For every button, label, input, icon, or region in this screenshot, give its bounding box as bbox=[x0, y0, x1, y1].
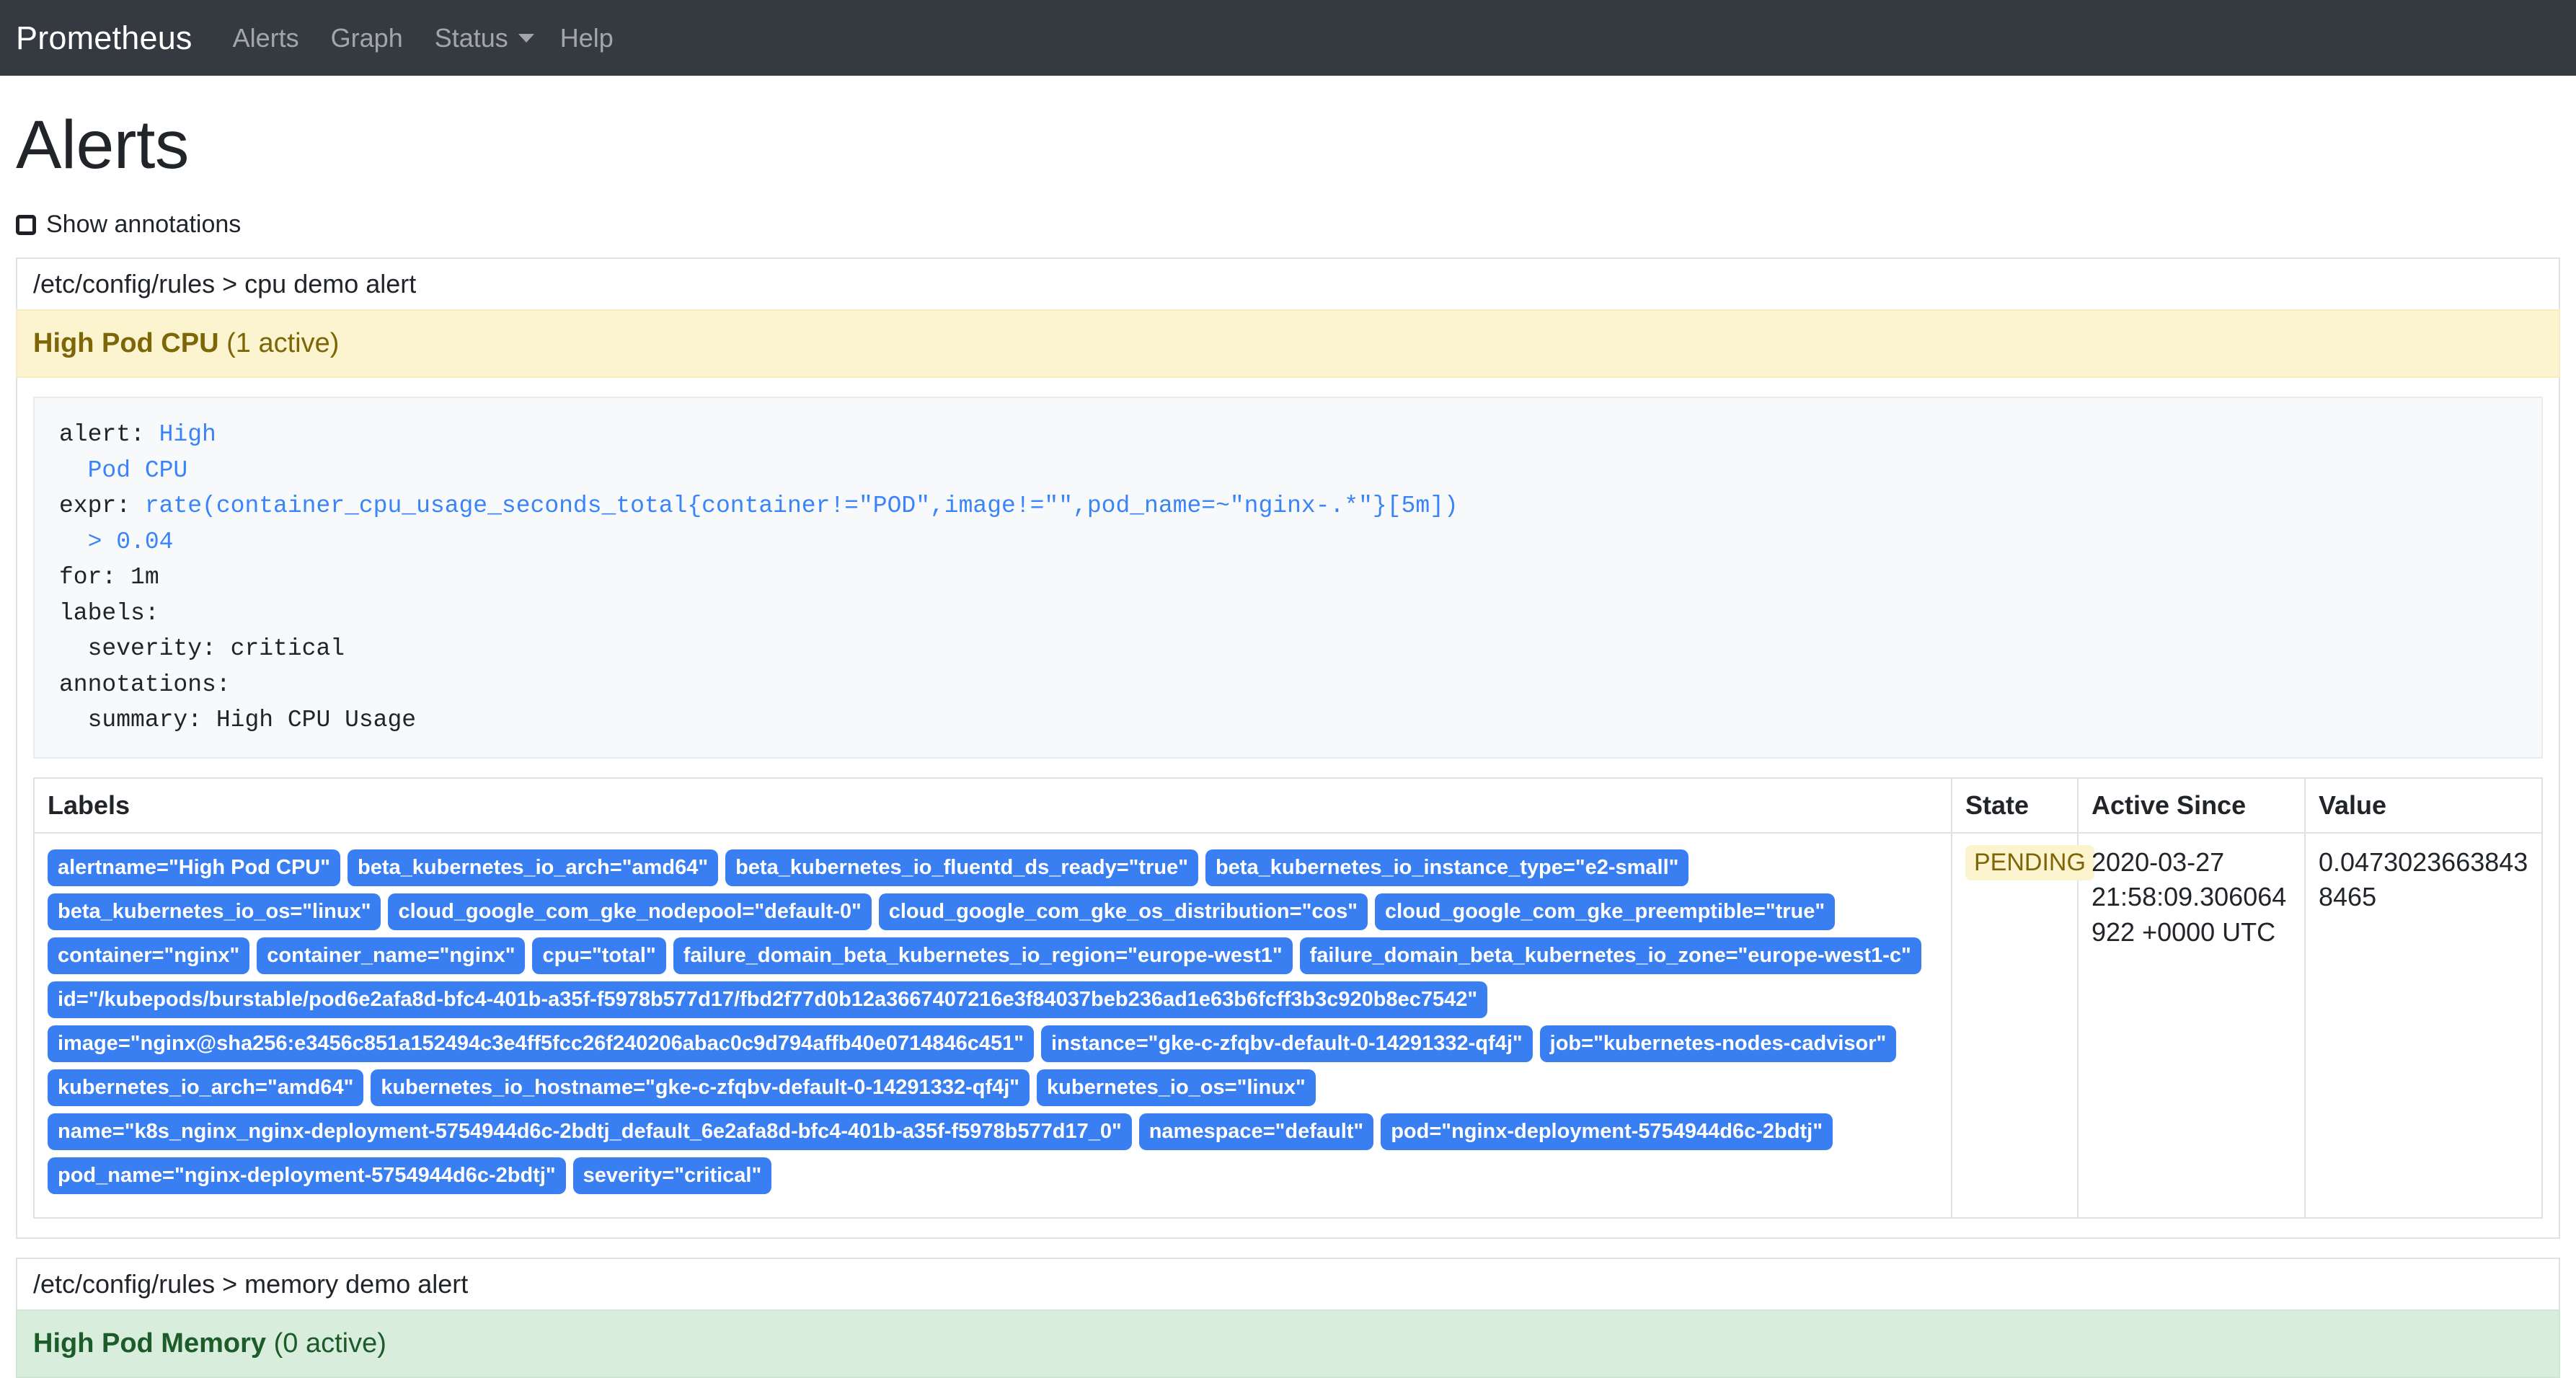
rule-alert-value-cont: Pod CPU bbox=[59, 457, 187, 484]
alert-instances-table: Labels State Active Since Value alertnam… bbox=[33, 777, 2543, 1219]
label-badge[interactable]: cpu="total" bbox=[532, 937, 665, 974]
nav-links: Alerts Graph Status Help bbox=[217, 23, 629, 53]
cell-state: PENDING bbox=[1952, 833, 2078, 1218]
rule-annotations-summary: summary: High CPU Usage bbox=[59, 707, 416, 733]
table-header-row: Labels State Active Since Value bbox=[34, 778, 2542, 833]
label-badge[interactable]: beta_kubernetes_io_fluentd_ds_ready="tru… bbox=[725, 849, 1198, 886]
label-badge[interactable]: container="nginx" bbox=[48, 937, 249, 974]
label-badge[interactable]: severity="critical" bbox=[573, 1157, 772, 1194]
rule-expr-value: rate(container_cpu_usage_seconds_total{c… bbox=[145, 493, 1459, 519]
nav-link-status[interactable]: Status bbox=[419, 23, 544, 53]
show-annotations-label[interactable]: Show annotations bbox=[46, 211, 241, 239]
nav-link-status-label: Status bbox=[435, 23, 508, 53]
group-path: /etc/config/rules > cpu demo alert bbox=[16, 257, 2560, 309]
cell-active-since: 2020-03-27 21:58:09.306064922 +0000 UTC bbox=[2078, 833, 2305, 1218]
label-badge[interactable]: kubernetes_io_os="linux" bbox=[1037, 1069, 1316, 1106]
page-title: Alerts bbox=[16, 106, 2560, 185]
col-header-labels: Labels bbox=[34, 778, 1952, 833]
rule-for: for: 1m bbox=[59, 564, 159, 591]
rule-labels-severity: severity: critical bbox=[59, 635, 345, 662]
alert-rule-header-high-pod-memory[interactable]: High Pod Memory (0 active) bbox=[16, 1309, 2560, 1378]
alert-rule-name: High Pod CPU bbox=[33, 328, 219, 358]
alert-rule-name-memory: High Pod Memory bbox=[33, 1328, 266, 1359]
alert-rule-header-high-pod-cpu[interactable]: High Pod CPU (1 active) bbox=[16, 309, 2560, 378]
label-badge[interactable]: failure_domain_beta_kubernetes_io_zone="… bbox=[1300, 937, 1921, 974]
label-badge[interactable]: job="kubernetes-nodes-cadvisor" bbox=[1540, 1025, 1897, 1062]
rule-labels-key: labels: bbox=[59, 600, 159, 627]
rule-alert-key: alert: bbox=[59, 421, 159, 448]
group-path-memory: /etc/config/rules > memory demo alert bbox=[16, 1258, 2560, 1309]
label-badge[interactable]: namespace="default" bbox=[1139, 1113, 1373, 1150]
top-navbar: Prometheus Alerts Graph Status Help bbox=[0, 0, 2576, 76]
alert-active-count: (1 active) bbox=[226, 328, 339, 358]
label-badge[interactable]: instance="gke-c-zfqbv-default-0-14291332… bbox=[1041, 1025, 1533, 1062]
active-since-value: 2020-03-27 21:58:09.306064922 +0000 UTC bbox=[2092, 845, 2291, 950]
rule-expr-key: expr: bbox=[59, 493, 145, 519]
label-badge[interactable]: beta_kubernetes_io_arch="amd64" bbox=[348, 849, 718, 886]
table-row: alertname="High Pod CPU"beta_kubernetes_… bbox=[34, 833, 2542, 1218]
rule-alert-value: High bbox=[159, 421, 216, 448]
page-container: Alerts Show annotations /etc/config/rule… bbox=[0, 106, 2576, 1378]
label-badge[interactable]: image="nginx@sha256:e3456c851a152494c3e4… bbox=[48, 1025, 1034, 1062]
col-header-state: State bbox=[1952, 778, 2078, 833]
label-badge[interactable]: cloud_google_com_gke_preemptible="true" bbox=[1375, 893, 1835, 930]
col-header-active-since: Active Since bbox=[2078, 778, 2305, 833]
cell-value: 0.04730236638438465 bbox=[2305, 833, 2542, 1218]
show-annotations-checkbox[interactable] bbox=[16, 215, 36, 235]
label-badge[interactable]: pod_name="nginx-deployment-5754944d6c-2b… bbox=[48, 1157, 566, 1194]
alert-group-memory-demo: /etc/config/rules > memory demo alert Hi… bbox=[16, 1258, 2560, 1378]
label-badge[interactable]: name="k8s_nginx_nginx-deployment-5754944… bbox=[48, 1113, 1132, 1150]
status-badge: PENDING bbox=[1965, 845, 2094, 880]
rule-annotations-key: annotations: bbox=[59, 671, 231, 698]
nav-link-graph[interactable]: Graph bbox=[315, 23, 419, 53]
label-badge[interactable]: beta_kubernetes_io_os="linux" bbox=[48, 893, 381, 930]
col-header-value: Value bbox=[2305, 778, 2542, 833]
cell-labels: alertname="High Pod CPU"beta_kubernetes_… bbox=[34, 833, 1952, 1218]
label-badge[interactable]: cloud_google_com_gke_os_distribution="co… bbox=[879, 893, 1368, 930]
label-badge[interactable]: pod="nginx-deployment-5754944d6c-2bdtj" bbox=[1381, 1113, 1833, 1150]
rule-expr-value-cont: > 0.04 bbox=[59, 529, 173, 555]
group-spacer bbox=[16, 1239, 2560, 1258]
label-badge[interactable]: alertname="High Pod CPU" bbox=[48, 849, 340, 886]
alert-group-cpu-demo: /etc/config/rules > cpu demo alert High … bbox=[16, 257, 2560, 1239]
nav-link-alerts[interactable]: Alerts bbox=[217, 23, 315, 53]
show-annotations-row: Show annotations bbox=[16, 211, 2560, 239]
label-badge[interactable]: kubernetes_io_arch="amd64" bbox=[48, 1069, 363, 1106]
label-badge[interactable]: id="/kubepods/burstable/pod6e2afa8d-bfc4… bbox=[48, 981, 1487, 1018]
alert-value: 0.04730236638438465 bbox=[2319, 845, 2528, 915]
label-badge[interactable]: container_name="nginx" bbox=[257, 937, 525, 974]
nav-link-help[interactable]: Help bbox=[544, 23, 629, 53]
alert-rule-details: alert: High Pod CPU expr: rate(container… bbox=[16, 378, 2560, 1239]
label-badge-list: alertname="High Pod CPU"beta_kubernetes_… bbox=[48, 845, 1938, 1206]
alert-rule-definition: alert: High Pod CPU expr: rate(container… bbox=[33, 397, 2543, 759]
label-badge[interactable]: cloud_google_com_gke_nodepool="default-0… bbox=[388, 893, 871, 930]
chevron-down-icon bbox=[518, 34, 534, 43]
label-badge[interactable]: beta_kubernetes_io_instance_type="e2-sma… bbox=[1205, 849, 1688, 886]
label-badge[interactable]: kubernetes_io_hostname="gke-c-zfqbv-defa… bbox=[371, 1069, 1030, 1106]
label-badge[interactable]: failure_domain_beta_kubernetes_io_region… bbox=[673, 937, 1293, 974]
brand-prometheus[interactable]: Prometheus bbox=[16, 19, 192, 57]
alert-active-count-memory: (0 active) bbox=[274, 1328, 386, 1359]
